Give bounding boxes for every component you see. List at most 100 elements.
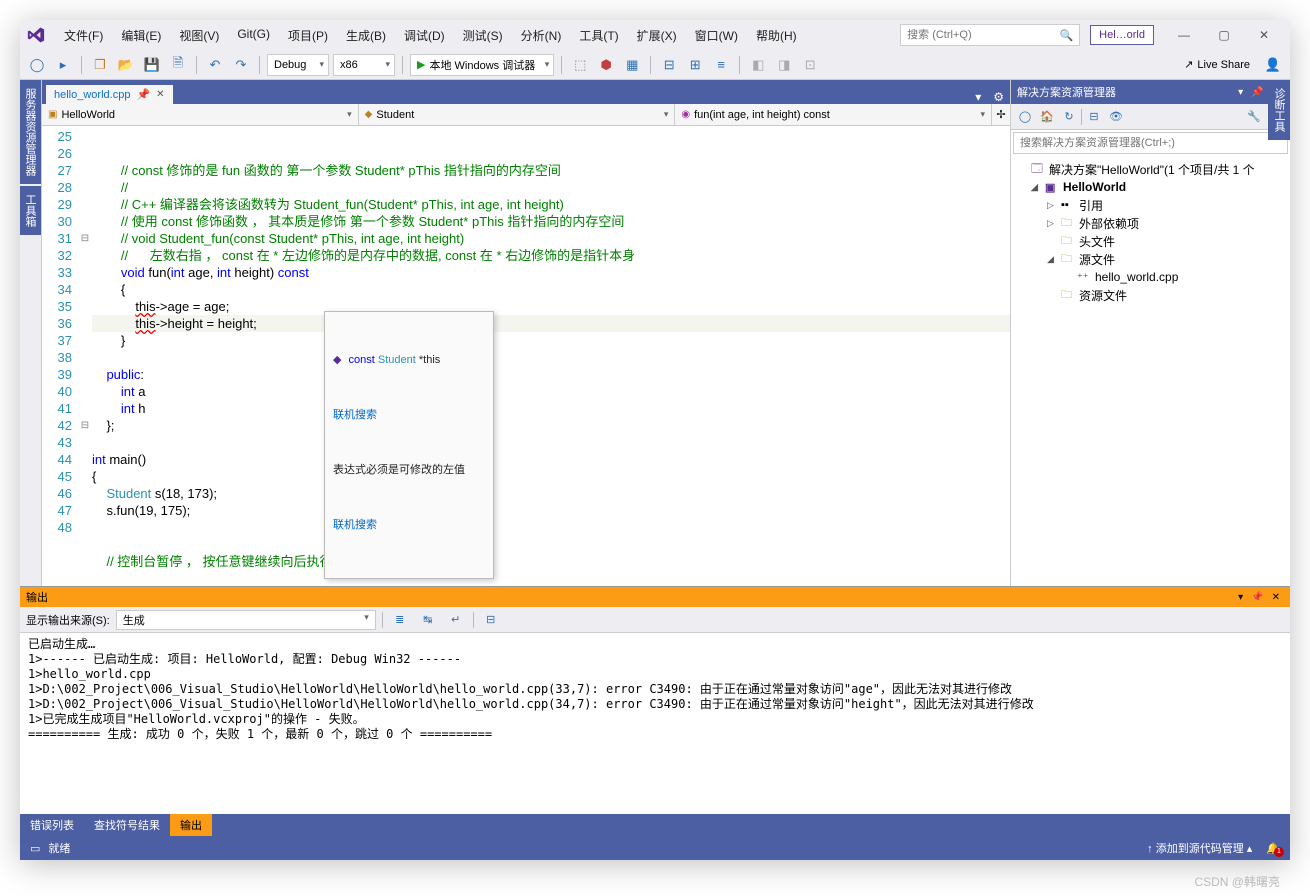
output-goto-icon[interactable]: ⊟ <box>480 609 502 631</box>
output-body[interactable]: 已启动生成… 1>------ 已启动生成: 项目: HelloWorld, 配… <box>20 633 1290 814</box>
source-file-node[interactable]: ⁺⁺hello_world.cpp <box>1013 268 1288 286</box>
server-explorer-tab[interactable]: 服务器资源管理器 <box>20 80 41 184</box>
panel-dropdown-icon[interactable]: ▾ <box>1234 87 1247 98</box>
undo-button[interactable]: ↶ <box>204 54 226 76</box>
liveshare-button[interactable]: ↗Live Share <box>1176 58 1258 71</box>
panel-title: 解决方案资源管理器 <box>1017 84 1116 100</box>
nav-member[interactable]: ◉fun(int age, int height) const <box>675 104 992 125</box>
folder-icon: 🗀 <box>1061 250 1075 269</box>
toolbar: ◯ ▸ ❐ 📂 💾 🗎 ↶ ↷ Debug x86 ▶本地 Windows 调试… <box>20 50 1290 80</box>
refs-node[interactable]: ▷▪▪引用 <box>1013 196 1288 214</box>
tab-errors[interactable]: 错误列表 <box>20 814 84 836</box>
fold-column[interactable]: ⊟⊟ <box>78 126 92 586</box>
menu-工具(T)[interactable]: 工具(T) <box>571 23 626 48</box>
headers-node[interactable]: 🗀头文件 <box>1013 232 1288 250</box>
left-tool-tabs: 服务器资源管理器 工具箱 <box>20 80 42 586</box>
tool-icon-8[interactable]: ◨ <box>773 54 795 76</box>
output-pin-icon[interactable]: 📌 <box>1247 592 1267 603</box>
platform-combo[interactable]: x86 <box>333 54 395 76</box>
project-node[interactable]: ◢▣HelloWorld <box>1013 178 1288 196</box>
minimize-button[interactable]: — <box>1164 20 1204 50</box>
save-button[interactable]: 💾 <box>141 54 163 76</box>
output-close-icon[interactable]: ✕ <box>1268 592 1284 603</box>
se-show-icon[interactable]: 👁 <box>1106 107 1126 127</box>
intellisense-tooltip: ◆ const Student *this 联机搜索 表达式必须是可修改的左值 … <box>324 311 494 579</box>
run-button[interactable]: ▶本地 Windows 调试器 <box>410 54 554 76</box>
error-message: 表达式必须是可修改的左值 <box>333 462 485 479</box>
tab-find-symbols[interactable]: 查找符号结果 <box>84 814 170 836</box>
solution-tree[interactable]: 🗔解决方案"HelloWorld"(1 个项目/共 1 个 ◢▣HelloWor… <box>1011 156 1290 586</box>
tool-icon-9[interactable]: ⊡ <box>799 54 821 76</box>
menu-生成(B)[interactable]: 生成(B) <box>338 23 394 48</box>
menu-调试(D)[interactable]: 调试(D) <box>396 23 453 48</box>
tool-icon-2[interactable]: ⬢ <box>595 54 617 76</box>
tool-icon-4[interactable]: ⊟ <box>658 54 680 76</box>
resources-node[interactable]: 🗀资源文件 <box>1013 286 1288 304</box>
sources-node[interactable]: ◢🗀源文件 <box>1013 250 1288 268</box>
output-wrap-icon[interactable]: ↵ <box>445 609 467 631</box>
tab-close-icon[interactable]: ✕ <box>156 89 164 100</box>
se-search-input[interactable] <box>1020 137 1281 149</box>
pin-icon[interactable]: 📌 <box>136 88 150 101</box>
solution-badge[interactable]: Hel…orld <box>1090 25 1154 45</box>
redo-button[interactable]: ↷ <box>230 54 252 76</box>
tool-icon-7[interactable]: ◧ <box>747 54 769 76</box>
menu-分析(N)[interactable]: 分析(N) <box>513 23 570 48</box>
code-editor[interactable]: 2526272829303132333435363738394041424344… <box>42 126 1010 586</box>
output-source-combo[interactable]: 生成 <box>116 610 376 630</box>
se-home-icon[interactable]: 🏠 <box>1037 107 1057 127</box>
toolbox-tab[interactable]: 工具箱 <box>20 186 41 235</box>
tabstrip-dropdown-icon[interactable]: ▾ <box>969 90 987 104</box>
tab-output[interactable]: 输出 <box>170 814 212 836</box>
open-button[interactable]: 📂 <box>115 54 137 76</box>
output-source-label: 显示输出来源(S): <box>26 612 110 628</box>
output-clear-icon[interactable]: ≣ <box>389 609 411 631</box>
nav-split-button[interactable]: ✢ <box>992 104 1010 125</box>
nav-class[interactable]: ◆Student <box>359 104 676 125</box>
se-sync-icon[interactable]: ↻ <box>1059 107 1079 127</box>
menu-Git(G)[interactable]: Git(G) <box>229 23 278 48</box>
menu-视图(V)[interactable]: 视图(V) <box>171 23 227 48</box>
se-tool-icon[interactable]: ⊟ <box>1084 107 1104 127</box>
title-search[interactable]: 🔍 <box>900 24 1080 46</box>
output-header: 输出 ▾ 📌 ✕ <box>20 587 1290 607</box>
menu-编辑(E)[interactable]: 编辑(E) <box>113 23 169 48</box>
tool-icon-3[interactable]: ▦ <box>621 54 643 76</box>
editor-tab[interactable]: hello_world.cpp 📌 ✕ <box>46 85 173 104</box>
diagnostics-tab[interactable]: 诊断工具 <box>1268 80 1290 140</box>
close-button[interactable]: ✕ <box>1244 20 1284 50</box>
tool-icon-1[interactable]: ⬚ <box>569 54 591 76</box>
tabstrip-gear-icon[interactable]: ⚙ <box>987 90 1010 104</box>
nav-project[interactable]: ▣HelloWorld <box>42 104 359 125</box>
menu-测试(S)[interactable]: 测试(S) <box>455 23 511 48</box>
back-button[interactable]: ◯ <box>26 54 48 76</box>
title-search-input[interactable] <box>907 29 1059 41</box>
online-search-link-1[interactable]: 联机搜索 <box>333 407 485 424</box>
se-wrench-icon[interactable]: 🔧 <box>1244 107 1264 127</box>
menu-窗口(W)[interactable]: 窗口(W) <box>687 23 746 48</box>
new-button[interactable]: ❐ <box>89 54 111 76</box>
panel-pin-icon[interactable]: 📌 <box>1247 87 1267 98</box>
se-search[interactable] <box>1013 132 1288 154</box>
menu-文件(F)[interactable]: 文件(F) <box>56 23 111 48</box>
menu-帮助(H)[interactable]: 帮助(H) <box>748 23 805 48</box>
forward-button[interactable]: ▸ <box>52 54 74 76</box>
config-combo[interactable]: Debug <box>267 54 329 76</box>
scm-button[interactable]: ↑ 添加到源代码管理 ▴ <box>1147 840 1252 856</box>
menu-扩展(X)[interactable]: 扩展(X) <box>629 23 685 48</box>
output-toggle-icon[interactable]: ↹ <box>417 609 439 631</box>
ext-deps-node[interactable]: ▷🗀外部依赖项 <box>1013 214 1288 232</box>
menu-项目(P)[interactable]: 项目(P) <box>280 23 336 48</box>
se-back-icon[interactable]: ◯ <box>1015 107 1035 127</box>
code-content[interactable]: // const 修饰的是 fun 函数的 第一个参数 Student* pTh… <box>92 126 1010 586</box>
save-all-button[interactable]: 🗎 <box>167 54 189 76</box>
account-button[interactable]: 👤 <box>1262 54 1284 76</box>
online-search-link-2[interactable]: 联机搜索 <box>333 517 485 534</box>
maximize-button[interactable]: ▢ <box>1204 20 1244 50</box>
output-dropdown-icon[interactable]: ▾ <box>1234 592 1247 603</box>
tool-icon-5[interactable]: ⊞ <box>684 54 706 76</box>
tool-icon-6[interactable]: ≡ <box>710 54 732 76</box>
solution-node[interactable]: 🗔解决方案"HelloWorld"(1 个项目/共 1 个 <box>1013 160 1288 178</box>
watermark: CSDN @韩曙亮 <box>1194 873 1280 890</box>
notifications-button[interactable]: 🔔1 <box>1266 842 1280 855</box>
